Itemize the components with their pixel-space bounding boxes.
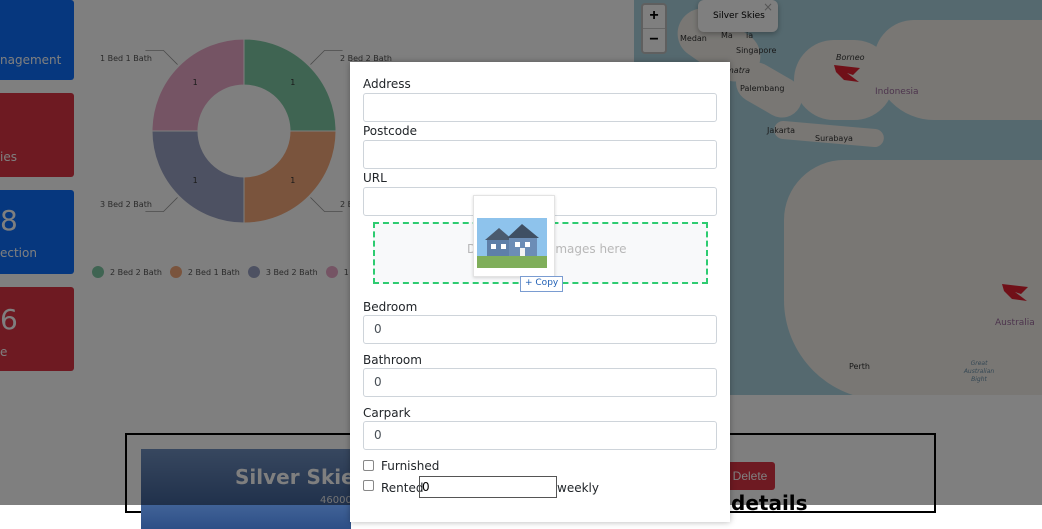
rent-period-label: weekly — [557, 481, 599, 495]
carpark-input[interactable]: 0 — [363, 421, 717, 450]
add-property-modal: Address Postcode URL D images here + Cop… — [350, 62, 730, 522]
house-image — [477, 218, 547, 268]
address-label: Address — [363, 77, 411, 91]
furnished-checkbox[interactable] — [363, 460, 374, 471]
bedroom-input[interactable]: 0 — [363, 315, 717, 344]
bathroom-label: Bathroom — [363, 353, 422, 367]
postcode-input[interactable] — [363, 140, 717, 169]
bathroom-input[interactable]: 0 — [363, 368, 717, 397]
address-input[interactable] — [363, 93, 717, 122]
rented-label: Rented — [381, 481, 424, 495]
house-thumbnail — [477, 218, 547, 268]
copy-indicator: + Copy — [520, 276, 564, 292]
furnished-label: Furnished — [381, 459, 440, 473]
bedroom-label: Bedroom — [363, 300, 418, 314]
rent-amount-input[interactable]: 0 — [419, 476, 557, 498]
postcode-label: Postcode — [363, 124, 418, 138]
rented-checkbox[interactable] — [363, 480, 374, 491]
dragged-image-preview[interactable] — [473, 195, 555, 277]
carpark-label: Carpark — [363, 406, 411, 420]
url-label: URL — [363, 171, 387, 185]
dropzone-text: images here — [552, 242, 627, 256]
